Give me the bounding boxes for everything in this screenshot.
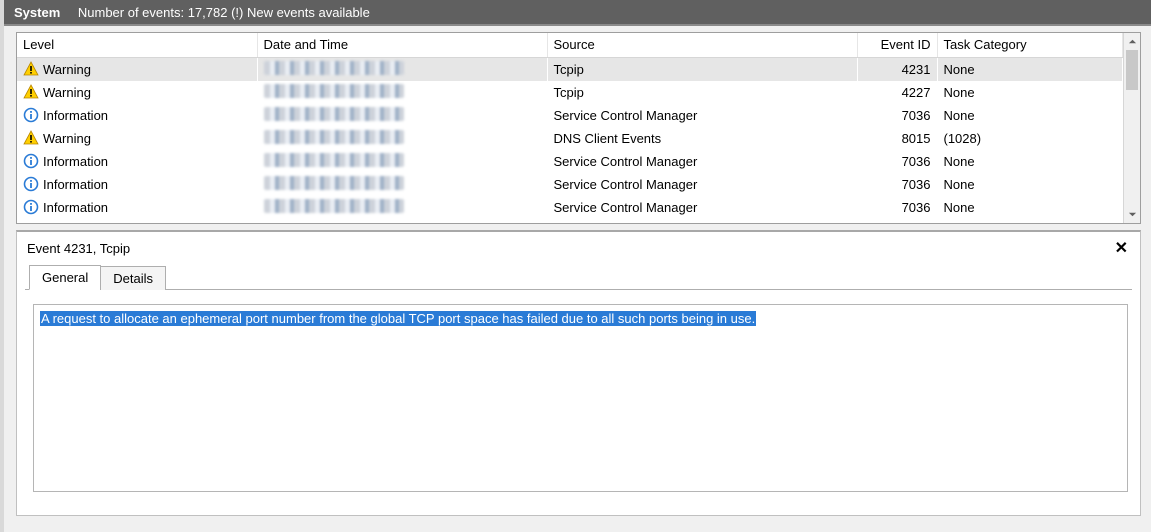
warning-icon <box>23 130 39 146</box>
row-source: Service Control Manager <box>547 104 857 127</box>
event-table: Level Date and Time Source Event ID Task… <box>17 33 1123 219</box>
warning-icon <box>23 84 39 100</box>
redacted-datetime <box>264 107 404 121</box>
log-status-text: Number of events: 17,782 (!) New events … <box>78 5 370 20</box>
redacted-datetime <box>264 84 404 98</box>
col-taskcat[interactable]: Task Category <box>937 33 1123 57</box>
row-source: Service Control Manager <box>547 196 857 219</box>
row-level-text: Warning <box>43 131 91 146</box>
event-list-scrollbar[interactable] <box>1123 33 1140 223</box>
table-row[interactable]: Information Service Control Manager7036No… <box>17 104 1123 127</box>
row-eventid: 7036 <box>857 196 937 219</box>
col-eventid[interactable]: Event ID <box>857 33 937 57</box>
row-taskcat: (1028) <box>937 127 1123 150</box>
table-row[interactable]: Information Service Control Manager7036No… <box>17 196 1123 219</box>
tab-general[interactable]: General <box>29 265 101 290</box>
row-taskcat: None <box>937 81 1123 104</box>
row-source: DNS Client Events <box>547 127 857 150</box>
scroll-thumb[interactable] <box>1126 50 1138 90</box>
tab-details[interactable]: Details <box>100 266 166 290</box>
row-taskcat: None <box>937 173 1123 196</box>
row-level-text: Information <box>43 177 108 192</box>
table-row[interactable]: Warning Tcpip4231None <box>17 57 1123 81</box>
row-eventid: 4231 <box>857 57 937 81</box>
information-icon <box>23 176 39 192</box>
event-message-box[interactable]: A request to allocate an ephemeral port … <box>33 304 1128 492</box>
row-eventid: 4227 <box>857 81 937 104</box>
row-source: Tcpip <box>547 57 857 81</box>
scroll-track[interactable] <box>1124 50 1140 206</box>
event-message-text[interactable]: A request to allocate an ephemeral port … <box>40 311 756 326</box>
row-eventid: 7036 <box>857 104 937 127</box>
row-datetime <box>257 81 547 104</box>
col-datetime[interactable]: Date and Time <box>257 33 547 57</box>
table-row[interactable]: Information Service Control Manager7036No… <box>17 173 1123 196</box>
row-level-text: Warning <box>43 62 91 77</box>
row-taskcat: None <box>937 150 1123 173</box>
warning-icon <box>23 61 39 77</box>
row-taskcat: None <box>937 57 1123 81</box>
information-icon <box>23 107 39 123</box>
row-datetime <box>257 104 547 127</box>
row-eventid: 7036 <box>857 173 937 196</box>
redacted-datetime <box>264 153 404 167</box>
row-eventid: 7036 <box>857 150 937 173</box>
row-level-text: Information <box>43 108 108 123</box>
row-level-text: Warning <box>43 85 91 100</box>
event-detail-panel: Event 4231, Tcpip ✕ General Details A re… <box>16 230 1141 516</box>
row-eventid: 8015 <box>857 127 937 150</box>
row-source: Service Control Manager <box>547 173 857 196</box>
row-datetime <box>257 127 547 150</box>
row-taskcat: None <box>937 196 1123 219</box>
row-taskcat: None <box>937 104 1123 127</box>
detail-tabs: General Details <box>25 264 1132 290</box>
information-icon <box>23 153 39 169</box>
scroll-down-arrow-icon[interactable] <box>1124 206 1140 223</box>
row-datetime <box>257 173 547 196</box>
event-detail-title: Event 4231, Tcpip <box>27 241 130 256</box>
table-row[interactable]: Warning Tcpip4227None <box>17 81 1123 104</box>
row-level-text: Information <box>43 200 108 215</box>
redacted-datetime <box>264 176 404 190</box>
row-source: Service Control Manager <box>547 150 857 173</box>
information-icon <box>23 199 39 215</box>
event-list-panel: Level Date and Time Source Event ID Task… <box>16 32 1141 224</box>
redacted-datetime <box>264 130 404 144</box>
log-header-bar: System Number of events: 17,782 (!) New … <box>4 0 1151 26</box>
close-icon[interactable]: ✕ <box>1111 238 1132 258</box>
redacted-datetime <box>264 61 404 75</box>
table-row[interactable]: Information Service Control Manager7036No… <box>17 150 1123 173</box>
row-datetime <box>257 57 547 81</box>
scroll-up-arrow-icon[interactable] <box>1124 33 1140 50</box>
row-source: Tcpip <box>547 81 857 104</box>
col-level[interactable]: Level <box>17 33 257 57</box>
col-source[interactable]: Source <box>547 33 857 57</box>
column-header-row[interactable]: Level Date and Time Source Event ID Task… <box>17 33 1123 57</box>
row-level-text: Information <box>43 154 108 169</box>
redacted-datetime <box>264 199 404 213</box>
row-datetime <box>257 150 547 173</box>
log-name: System <box>14 5 60 20</box>
table-row[interactable]: Warning DNS Client Events8015(1028) <box>17 127 1123 150</box>
row-datetime <box>257 196 547 219</box>
